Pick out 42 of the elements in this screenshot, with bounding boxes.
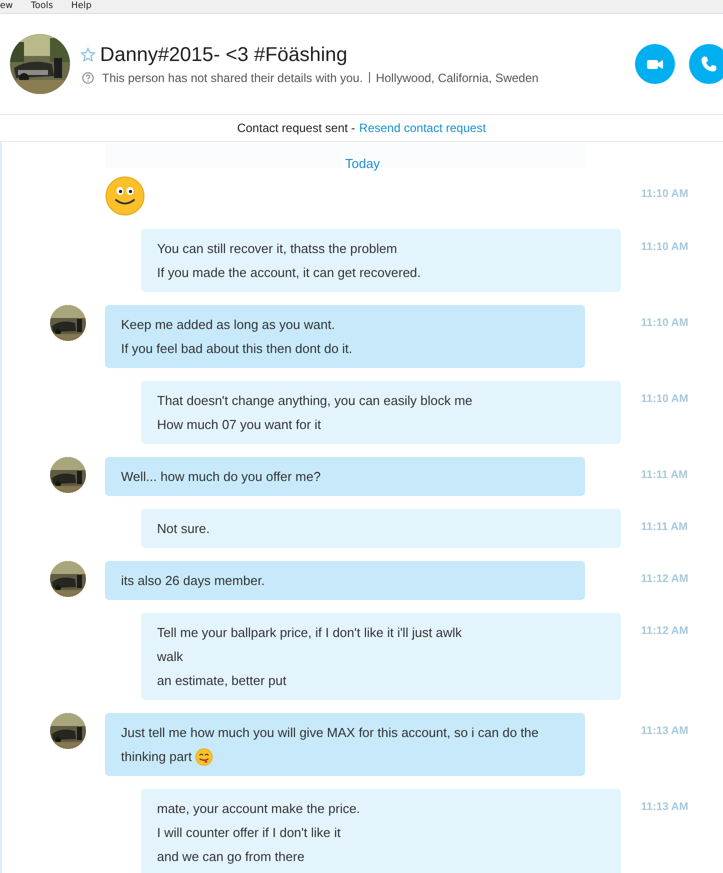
resend-link[interactable]: Resend contact request [359,121,486,135]
message-text: and we can go from there [157,848,304,866]
message-time: 11:10 AM [641,316,688,329]
message-text: If you feel bad about this then dont do it. [121,340,352,358]
message-time: 11:13 AM [641,724,688,737]
notice-text: Contact request sent - [237,121,356,135]
message-text: Keep me added as long as you want. [121,316,335,334]
message-text: Tell me your ballpark price, if I don't like it i'll just awlk [157,624,462,642]
message-time: 11:12 AM [641,624,688,637]
message-text: How much 07 you want for it [157,416,322,434]
message-time: 11:12 AM [641,572,688,585]
day-label: Today [345,156,380,171]
contact-details: This person has not shared their details with you. [102,70,363,84]
message-text: That doesn't change anything, you can easily block me [157,392,472,410]
message-text: Well... how much do you offer me? [121,468,321,486]
message-text: Not sure. [157,520,210,538]
message-time: 11:10 AM [641,187,688,200]
menu-item[interactable]: ew [0,0,13,13]
message-text: walk [157,648,184,666]
message-text: If you made the account, it can get recovered. [157,264,421,282]
message-text: its also 26 days member. [121,572,265,590]
contact-location: Hollywood, California, Sweden [376,70,539,84]
smiley-icon [105,176,145,216]
phone-icon [699,54,719,74]
message-text: an estimate, better put [157,672,286,690]
menu-item[interactable]: Tools [30,0,54,13]
menu-item[interactable]: Help [71,0,92,13]
message-time: 11:10 AM [641,240,688,253]
message-text: Just tell me how much you will give MAX for this account, so i can do the [121,724,539,742]
message-time: 11:11 AM [641,520,688,533]
message-time: 11:13 AM [641,800,688,813]
call-button[interactable] [689,44,723,84]
message-text: You can still recover it, thatss the problem [157,240,398,258]
question-icon [82,72,94,84]
message-time: 11:10 AM [641,392,688,405]
star-icon[interactable] [80,47,96,63]
message-text: I will counter offer if I don't like it [157,824,341,842]
message-text: thinking part [121,748,192,766]
message-time: 11:11 AM [641,468,688,481]
contact-name: Danny#2015- <3 #Föäshing [100,44,348,66]
message-text: mate, your account make the price. [157,800,360,818]
video-call-button[interactable] [635,44,675,84]
